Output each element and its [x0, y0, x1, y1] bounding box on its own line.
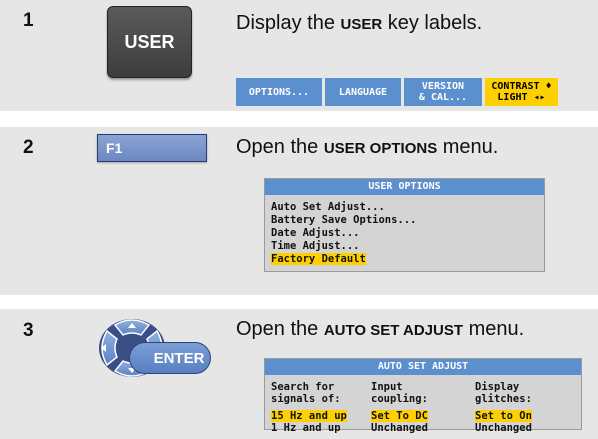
- menu-item-auto-set-adjust[interactable]: Auto Set Adjust...: [265, 201, 544, 214]
- step-2-number: 2: [23, 137, 34, 158]
- step-1-instruction: Display the USER key labels.: [236, 12, 483, 34]
- menu-item-battery-save[interactable]: Battery Save Options...: [265, 214, 544, 227]
- menu-item-date-adjust[interactable]: Date Adjust...: [265, 227, 544, 240]
- menu-title: USER OPTIONS: [265, 179, 544, 195]
- f1-key-button[interactable]: F1: [97, 134, 207, 162]
- option-1hz[interactable]: 1 Hz and up: [271, 422, 347, 434]
- option-set-to-on[interactable]: Set to On: [475, 410, 532, 422]
- auto-set-adjust-menu: AUTO SET ADJUST Search for signals of: 1…: [264, 358, 582, 434]
- menu-title: AUTO SET ADJUST: [265, 359, 581, 375]
- enter-key-label: ENTER: [153, 349, 205, 367]
- step-3-instruction: Open the AUTO SET ADJUST menu.: [236, 318, 525, 340]
- option-glitches-unchanged[interactable]: Unchanged: [475, 422, 532, 434]
- softkey-options[interactable]: OPTIONS...: [236, 78, 322, 106]
- softkey-contrast-light[interactable]: CONTRAST ♦ LIGHT ◂▸: [485, 78, 558, 106]
- search-signals-column: Search for signals of: 15 Hz and up 1 Hz…: [271, 381, 347, 434]
- option-15hz[interactable]: 15 Hz and up: [271, 410, 347, 422]
- option-set-to-dc[interactable]: Set To DC: [371, 410, 428, 422]
- display-glitches-column: Display glitches: Set to On Unchanged: [475, 381, 532, 434]
- user-key-button[interactable]: USER: [107, 6, 192, 78]
- option-coupling-unchanged[interactable]: Unchanged: [371, 422, 428, 434]
- step-3-number: 3: [23, 320, 34, 341]
- softkey-language[interactable]: LANGUAGE: [325, 78, 401, 106]
- user-options-menu: USER OPTIONS Auto Set Adjust... Battery …: [264, 178, 545, 272]
- step-2-instruction: Open the USER OPTIONS menu.: [236, 136, 499, 158]
- softkey-version-cal[interactable]: VERSION & CAL...: [404, 78, 482, 106]
- enter-key-button[interactable]: ENTER: [129, 342, 211, 374]
- menu-item-factory-default[interactable]: Factory Default: [265, 253, 544, 266]
- step-1-number: 1: [23, 10, 34, 31]
- navigation-keypad-icon[interactable]: ENTER: [97, 317, 215, 383]
- menu-item-time-adjust[interactable]: Time Adjust...: [265, 240, 544, 253]
- f1-key-label: F1: [106, 140, 123, 156]
- softkey-bar: OPTIONS... LANGUAGE VERSION & CAL... CON…: [236, 78, 561, 106]
- user-key-label: USER: [124, 31, 175, 52]
- input-coupling-column: Input coupling: Set To DC Unchanged: [371, 381, 428, 434]
